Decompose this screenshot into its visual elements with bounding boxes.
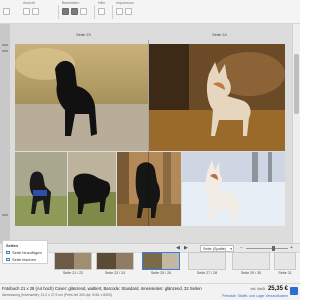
photo-black-spaniel[interactable]	[15, 44, 148, 151]
toolbar-group-label: Impressum	[116, 1, 134, 5]
thumbnail-card[interactable]	[96, 252, 134, 270]
status-bar: Fotobuch 21 x 28 (A4 hoch) Cover: glänze…	[0, 283, 300, 300]
thumbnail-card[interactable]	[188, 252, 226, 270]
page-divider	[148, 40, 149, 226]
vertical-scrollbar[interactable]	[292, 24, 300, 243]
thumbnail-label: Seite 31	[278, 271, 292, 275]
redo-button[interactable]	[32, 8, 39, 15]
scrollbar-thumb[interactable]	[294, 54, 299, 114]
delete-page-button[interactable]: Seite löschen	[6, 257, 36, 262]
zoom-select[interactable]: Seite (Spalte) ▾	[200, 245, 234, 252]
imprint-button[interactable]	[116, 8, 123, 15]
cut-button[interactable]	[62, 8, 69, 15]
photo-black-dog-field[interactable]	[68, 152, 116, 226]
thumbnail-label: Seite 21 / 22	[62, 271, 84, 275]
product-description: Fotobuch 21 x 28 (A4 hoch) Cover: glänze…	[2, 286, 202, 291]
toolbar: Ansicht Bearbeiten Hilfe Impressum	[0, 0, 300, 24]
price-list-link[interactable]: Preisliste, Staffel- und Lager Versandko…	[222, 294, 288, 298]
left-page-label: Seite 23	[76, 32, 91, 37]
price-total: 25,35 €	[267, 286, 288, 292]
thumbnail-spread[interactable]: Seite 31	[274, 252, 296, 279]
add-page-button[interactable]: Seite hinzufügen	[6, 250, 42, 255]
paste-button[interactable]	[80, 8, 87, 15]
copy-button[interactable]	[71, 8, 78, 15]
thumbnail-label: Seite 29 / 30	[240, 271, 262, 275]
thumbnail-label: Seite 27 / 28	[196, 271, 218, 275]
menu-button[interactable]	[3, 8, 10, 15]
page-thumbnail-strip: Seite 21 / 22 Seite 23 / 24 Seite 25 / 2…	[50, 252, 300, 279]
thumbnail-card[interactable]	[54, 252, 92, 270]
thumbnail-spread[interactable]: Seite 29 / 30	[232, 252, 270, 279]
zoom-slider-handle[interactable]	[272, 246, 275, 251]
product-dimensions: Abmessung (Innenseite): 21,0 x 27,9 cm (…	[2, 293, 112, 297]
right-page-label: Seite 24	[212, 32, 227, 37]
thumbnail-spread[interactable]: Seite 21 / 22	[54, 252, 92, 279]
settings-button[interactable]	[125, 8, 132, 15]
thumbnail-card[interactable]	[274, 252, 296, 270]
cart-icon[interactable]	[290, 287, 298, 295]
previous-page-icon[interactable]: ◀	[176, 245, 180, 251]
next-page-icon[interactable]: ▶	[184, 245, 188, 251]
zoom-select-value: Seite (Spalte)	[203, 247, 227, 251]
toolbar-group-help: Hilfe	[98, 1, 110, 23]
thumbnail-spread[interactable]: Seite 23 / 24	[96, 252, 134, 279]
photo-podenco-in-leaves[interactable]	[149, 44, 285, 151]
pages-panel-title: Seiten	[6, 243, 19, 248]
thumbnail-label: Seite 23 / 24	[104, 271, 126, 275]
price-note: inkl. MwSt.	[250, 287, 266, 291]
thumbnail-spread[interactable]: Seite 27 / 28	[188, 252, 226, 279]
photo-podenco-snow[interactable]	[182, 152, 285, 226]
toolbar-group-label: Ansicht	[23, 1, 35, 5]
thumbnail-card[interactable]	[232, 252, 270, 270]
toolbar-group-imprint: Impressum	[116, 1, 146, 23]
thumbnail-label: Seite 25 / 26	[150, 271, 172, 275]
zoom-out-icon[interactable]: −	[240, 245, 243, 251]
undo-button[interactable]	[23, 8, 30, 15]
toolbar-group-label: Hilfe	[98, 1, 106, 5]
add-page-icon	[6, 251, 10, 255]
zoom-slider[interactable]	[246, 246, 288, 251]
toolbar-group-view: Ansicht	[23, 1, 53, 23]
toolbar-group-edit: Bearbeiten	[62, 1, 90, 23]
photo-dog-in-harness[interactable]	[15, 152, 67, 226]
zoom-in-icon[interactable]: +	[290, 245, 293, 251]
thumbnail-card[interactable]	[142, 252, 180, 270]
delete-page-icon	[6, 258, 10, 262]
pages-panel: Seiten Seite hinzufügen Seite löschen	[2, 240, 48, 264]
toolbar-group-label: Bearbeiten	[62, 1, 80, 5]
thumbnail-spread-selected[interactable]: Seite 25 / 26	[142, 252, 180, 279]
delete-page-label: Seite löschen	[12, 257, 37, 262]
photo-spaniel-forest[interactable]	[117, 152, 181, 226]
help-button[interactable]	[98, 8, 105, 15]
add-page-label: Seite hinzufügen	[12, 250, 42, 255]
left-tool-strip	[0, 24, 10, 243]
